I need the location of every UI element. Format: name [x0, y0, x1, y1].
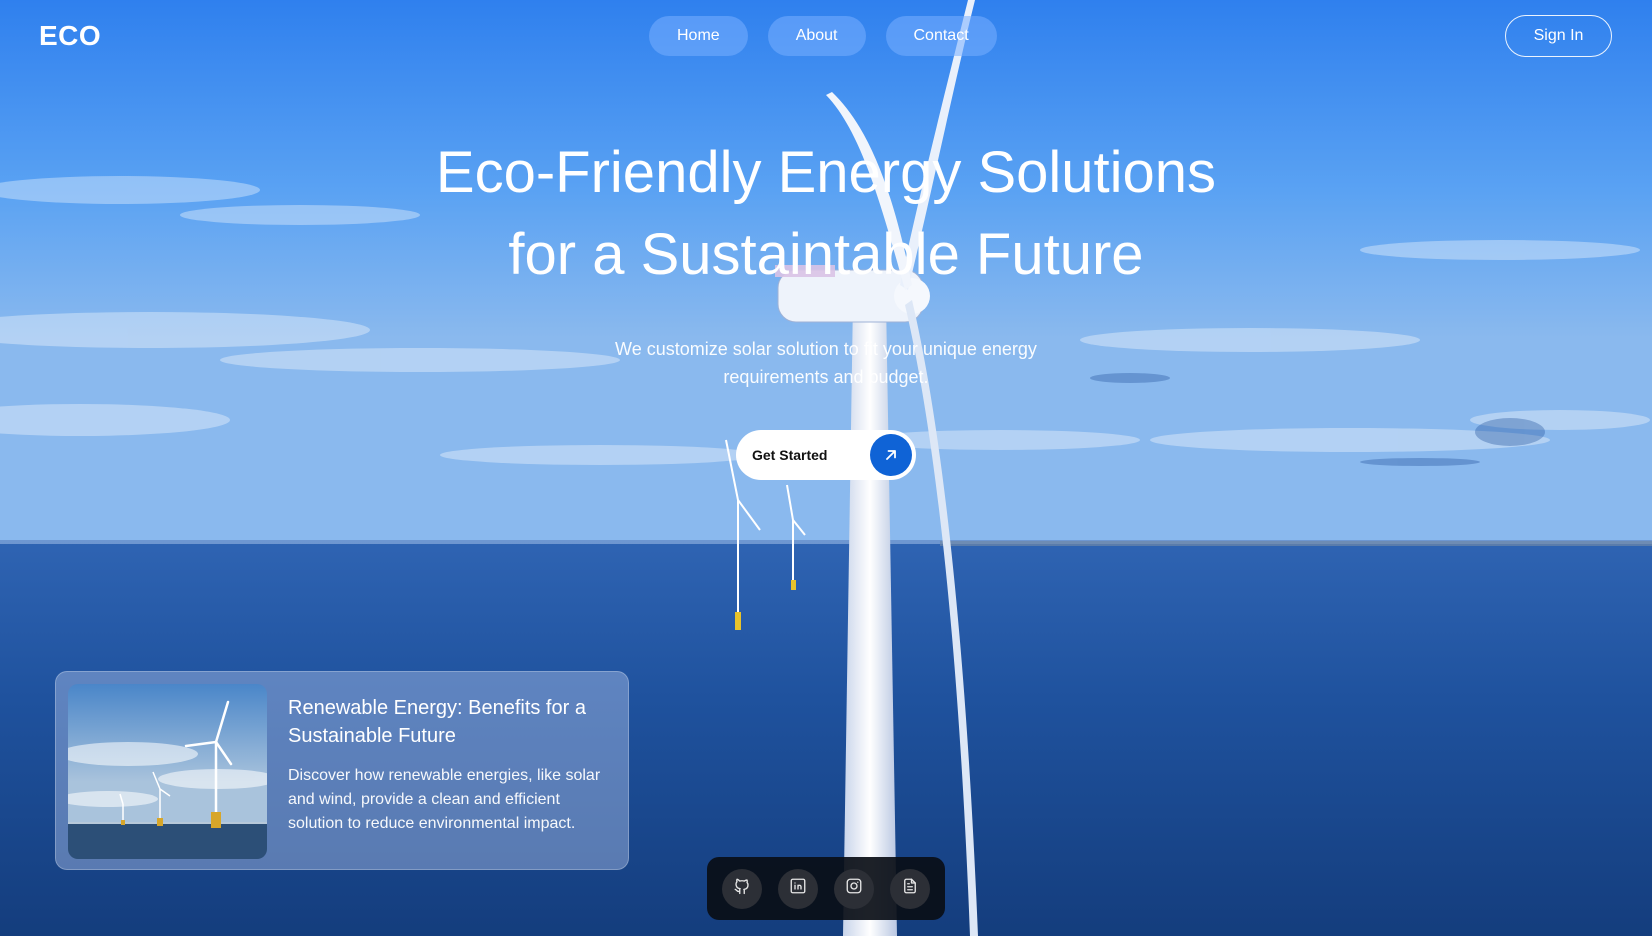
github-icon: [733, 877, 751, 900]
hero-title-line-1: Eco-Friendly Energy Solutions: [435, 140, 1217, 205]
article-description: Discover how renewable energies, like so…: [288, 767, 601, 832]
sign-in-button[interactable]: Sign In: [1505, 15, 1612, 57]
article-title: Renewable Energy: Benefits for a Sustain…: [288, 697, 586, 747]
instagram-icon: [845, 877, 863, 900]
get-started-button[interactable]: Get Started: [736, 430, 916, 480]
linkedin-link[interactable]: [778, 868, 818, 909]
get-started-label: Get Started: [752, 447, 828, 463]
article-thumbnail: [68, 684, 267, 859]
instagram-link[interactable]: [834, 868, 874, 909]
hero-title: Eco-Friendly Energy Solutions for a Sust…: [0, 132, 1652, 296]
hero-title-line-2: for a Sustaintable Future: [508, 222, 1144, 287]
arrow-up-right-icon: [870, 434, 912, 476]
resume-link[interactable]: [890, 868, 930, 909]
social-dock: [707, 857, 945, 920]
brand-logo[interactable]: ECO: [39, 20, 101, 52]
main-nav: Home About Contact: [649, 16, 997, 56]
article-card[interactable]: Renewable Energy: Benefits for a Sustain…: [55, 671, 629, 870]
hero-subtitle: We customize solar solution to fit your …: [615, 339, 1037, 387]
nav-item-about[interactable]: About: [767, 16, 866, 56]
linkedin-icon: [789, 877, 807, 900]
nav-item-contact[interactable]: Contact: [885, 16, 997, 56]
github-link[interactable]: [722, 868, 762, 909]
nav-item-home[interactable]: Home: [649, 16, 748, 56]
document-icon: [901, 877, 919, 900]
